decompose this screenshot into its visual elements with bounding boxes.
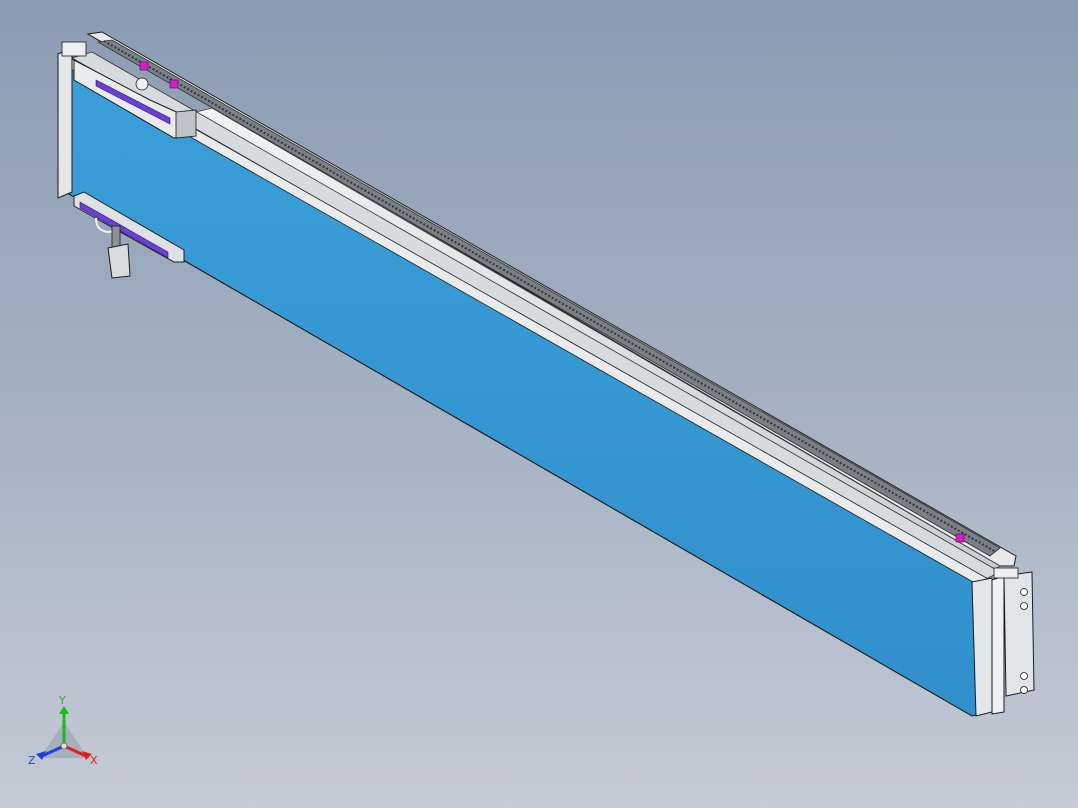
triad-z-label: Z (28, 754, 36, 767)
triad-x-label: X (90, 754, 98, 767)
magenta-marker-2 (169, 79, 179, 89)
rack-gear[interactable] (96, 39, 1001, 557)
right-end-plate-outer[interactable] (1003, 571, 1035, 697)
graphics-viewport[interactable]: Y X Z (0, 0, 1078, 808)
sensor-connector[interactable] (107, 243, 131, 279)
module-body-top-edge (61, 57, 991, 587)
rail-upper-lip (70, 51, 1001, 581)
triad-y-label: Y (58, 696, 66, 707)
left-end-cap[interactable] (61, 41, 87, 57)
end-plate-hole-2 (1020, 602, 1028, 610)
right-end-plate-inner[interactable] (971, 577, 993, 717)
magenta-marker-1 (139, 61, 149, 71)
right-end-plate-mid[interactable] (991, 575, 1005, 715)
end-plate-hole-4 (1020, 686, 1028, 694)
triad-y-arrow (59, 706, 69, 714)
right-end-cap[interactable] (993, 567, 1019, 579)
linear-module-model[interactable] (0, 0, 1078, 808)
magenta-marker-3 (955, 533, 965, 543)
triad-origin (60, 742, 68, 750)
end-plate-hole-3 (1020, 672, 1028, 680)
reference-triad[interactable]: Y X Z (26, 696, 106, 772)
module-body-front[interactable] (61, 59, 981, 717)
left-end-plate[interactable] (57, 47, 73, 199)
carriage-knob[interactable] (135, 77, 149, 91)
carriage-side (175, 109, 197, 139)
end-plate-hole-1 (1020, 588, 1028, 596)
